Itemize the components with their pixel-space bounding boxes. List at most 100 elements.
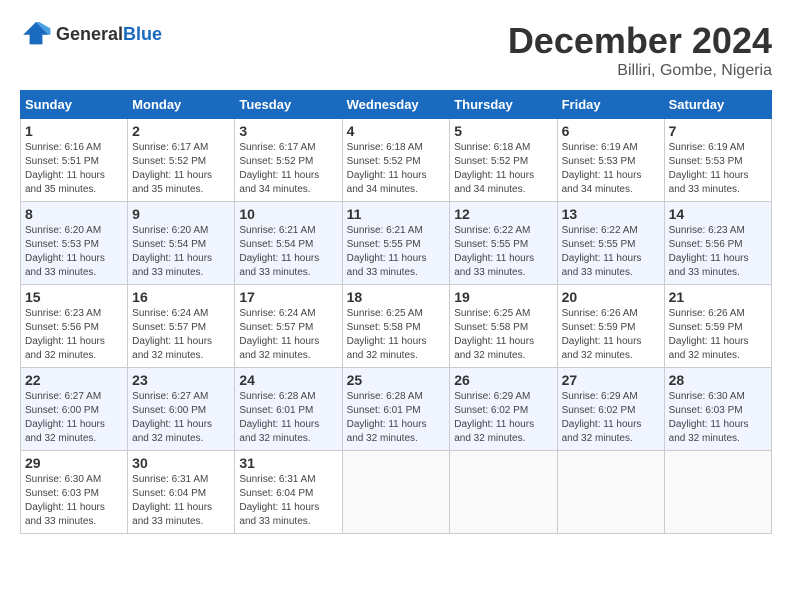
logo-text: GeneralBlue [56,24,162,45]
sunset-text: Sunset: 5:59 PM [669,321,767,335]
day-info: Sunrise: 6:26 AMSunset: 5:59 PMDaylight:… [669,307,767,363]
daylight-text: Daylight: 11 hours and 32 minutes. [669,335,767,363]
day-number: 13 [562,206,660,222]
day-info: Sunrise: 6:29 AMSunset: 6:02 PMDaylight:… [454,390,552,446]
daylight-text: Daylight: 11 hours and 33 minutes. [132,252,230,280]
daylight-text: Daylight: 11 hours and 33 minutes. [669,252,767,280]
day-info: Sunrise: 6:24 AMSunset: 5:57 PMDaylight:… [239,307,337,363]
sunset-text: Sunset: 5:52 PM [132,155,230,169]
sunset-text: Sunset: 6:02 PM [562,404,660,418]
day-info: Sunrise: 6:22 AMSunset: 5:55 PMDaylight:… [562,224,660,280]
sunrise-text: Sunrise: 6:20 AM [25,224,123,238]
day-number: 31 [239,455,337,471]
day-cell-31: 31 Sunrise: 6:31 AMSunset: 6:04 PMDayligh… [235,451,342,534]
sunrise-text: Sunrise: 6:20 AM [132,224,230,238]
day-cell-26: 26Sunrise: 6:29 AMSunset: 6:02 PMDayligh… [450,368,557,451]
sunrise-text: Sunrise: 6:28 AM [239,390,337,404]
sunrise-text: Sunrise: 6:18 AM [347,141,446,155]
sunset-text: Sunset: 5:55 PM [454,238,552,252]
logo-icon [20,20,52,48]
day-number: 10 [239,206,337,222]
sunrise-text: Sunrise: 6:16 AM [25,141,123,155]
daylight-text: Daylight: 11 hours and 33 minutes. [25,252,123,280]
day-cell-24: 24Sunrise: 6:28 AMSunset: 6:01 PMDayligh… [235,368,342,451]
empty-cell [342,451,450,534]
day-cell-16: 16Sunrise: 6:24 AMSunset: 5:57 PMDayligh… [128,285,235,368]
main-title: December 2024 [508,20,772,62]
title-area: December 2024 Billiri, Gombe, Nigeria [508,20,772,80]
day-number: 14 [669,206,767,222]
daylight-text: Daylight: 11 hours and 32 minutes. [347,335,446,363]
day-number: 28 [669,372,767,388]
day-number: 6 [562,123,660,139]
sunset-text: Sunset: 5:52 PM [239,155,337,169]
sunrise-text: Sunrise: 6:21 AM [347,224,446,238]
day-info: Sunrise: 6:19 AMSunset: 5:53 PMDaylight:… [562,141,660,197]
day-number: 2 [132,123,230,139]
day-cell-19: 19Sunrise: 6:25 AMSunset: 5:58 PMDayligh… [450,285,557,368]
calendar-week-row: 8Sunrise: 6:20 AMSunset: 5:53 PMDaylight… [21,202,772,285]
sunset-text: Sunset: 5:51 PM [25,155,123,169]
day-cell-20: 20Sunrise: 6:26 AMSunset: 5:59 PMDayligh… [557,285,664,368]
day-cell-28: 28Sunrise: 6:30 AMSunset: 6:03 PMDayligh… [664,368,771,451]
daylight-text: Daylight: 11 hours and 32 minutes. [454,418,552,446]
day-cell-1: 1Sunrise: 6:16 AMSunset: 5:51 PMDaylight… [21,119,128,202]
day-cell-14: 14 Sunrise: 6:23 AMSunset: 5:56 PMDayligh… [664,202,771,285]
sunset-text: Sunset: 5:58 PM [454,321,552,335]
day-cell-29: 29Sunrise: 6:30 AMSunset: 6:03 PMDayligh… [21,451,128,534]
day-number: 3 [239,123,337,139]
daylight-text: Daylight: 11 hours and 32 minutes. [454,335,552,363]
daylight-text: Daylight: 11 hours and 32 minutes. [132,335,230,363]
day-info: Sunrise: 6:28 AMSunset: 6:01 PMDaylight:… [239,390,337,446]
day-number: 15 [25,289,123,305]
logo: GeneralBlue [20,20,162,48]
col-tuesday: Tuesday [235,91,342,119]
sunrise-text: Sunrise: 6:30 AM [25,473,123,487]
sunset-text: Sunset: 5:53 PM [669,155,767,169]
subtitle: Billiri, Gombe, Nigeria [508,62,772,80]
day-info: Sunrise: 6:23 AMSunset: 5:56 PMDaylight:… [669,224,767,280]
day-info: Sunrise: 6:25 AMSunset: 5:58 PMDaylight:… [454,307,552,363]
sunrise-text: Sunrise: 6:23 AM [25,307,123,321]
sunrise-text: Sunrise: 6:30 AM [669,390,767,404]
sunrise-text: Sunrise: 6:19 AM [562,141,660,155]
day-info: Sunrise: 6:16 AMSunset: 5:51 PMDaylight:… [25,141,123,197]
daylight-text: Daylight: 11 hours and 33 minutes. [239,501,337,529]
sunrise-text: Sunrise: 6:17 AM [132,141,230,155]
sunrise-text: Sunrise: 6:31 AM [132,473,230,487]
sunset-text: Sunset: 5:54 PM [132,238,230,252]
sunset-text: Sunset: 6:04 PM [239,487,337,501]
day-info: Sunrise: 6:23 AMSunset: 5:56 PMDaylight:… [25,307,123,363]
day-cell-27: 27 Sunrise: 6:29 AMSunset: 6:02 PMDayligh… [557,368,664,451]
day-info: Sunrise: 6:22 AMSunset: 5:55 PMDaylight:… [454,224,552,280]
day-cell-15: 15 Sunrise: 6:23 AMSunset: 5:56 PMDayligh… [21,285,128,368]
day-info: Sunrise: 6:31 AMSunset: 6:04 PMDaylight:… [239,473,337,529]
sunrise-text: Sunrise: 6:25 AM [347,307,446,321]
day-cell-2: 2Sunrise: 6:17 AMSunset: 5:52 PMDaylight… [128,119,235,202]
sunrise-text: Sunrise: 6:22 AM [454,224,552,238]
daylight-text: Daylight: 11 hours and 33 minutes. [454,252,552,280]
day-number: 25 [347,372,446,388]
daylight-text: Daylight: 11 hours and 32 minutes. [347,418,446,446]
day-cell-8: 8Sunrise: 6:20 AMSunset: 5:53 PMDaylight… [21,202,128,285]
day-number: 8 [25,206,123,222]
day-info: Sunrise: 6:25 AMSunset: 5:58 PMDaylight:… [347,307,446,363]
sunset-text: Sunset: 5:52 PM [454,155,552,169]
daylight-text: Daylight: 11 hours and 34 minutes. [562,169,660,197]
calendar-week-row: 1Sunrise: 6:16 AMSunset: 5:51 PMDaylight… [21,119,772,202]
day-number: 30 [132,455,230,471]
daylight-text: Daylight: 11 hours and 34 minutes. [239,169,337,197]
col-thursday: Thursday [450,91,557,119]
day-number: 27 [562,372,660,388]
day-cell-23: 23 Sunrise: 6:27 AMSunset: 6:00 PMDayligh… [128,368,235,451]
calendar-header-row: Sunday Monday Tuesday Wednesday Thursday… [21,91,772,119]
day-info: Sunrise: 6:29 AMSunset: 6:02 PMDaylight:… [562,390,660,446]
calendar-table: Sunday Monday Tuesday Wednesday Thursday… [20,90,772,534]
day-number: 23 [132,372,230,388]
col-saturday: Saturday [664,91,771,119]
day-info: Sunrise: 6:27 AMSunset: 6:00 PMDaylight:… [132,390,230,446]
sunset-text: Sunset: 6:00 PM [25,404,123,418]
day-info: Sunrise: 6:20 AMSunset: 5:54 PMDaylight:… [132,224,230,280]
sunset-text: Sunset: 6:01 PM [239,404,337,418]
day-number: 9 [132,206,230,222]
